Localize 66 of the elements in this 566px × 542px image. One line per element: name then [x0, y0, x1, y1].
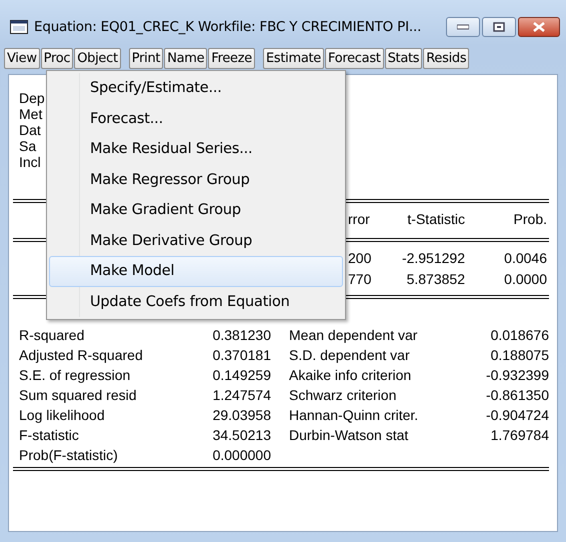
maximize-button[interactable]	[482, 17, 516, 37]
close-icon	[533, 22, 545, 32]
toolbar-button[interactable]: Freeze	[208, 48, 255, 68]
stat-value: 0.188075	[490, 346, 549, 365]
toolbar-button[interactable]: View	[4, 48, 40, 68]
toolbar-button[interactable]: Stats	[384, 48, 422, 68]
stat-label: Durbin-Watson stat	[289, 426, 410, 445]
window-title: Equation: EQ01_CREC_K Workfile: FBC Y CRECIMIENTO PI...	[34, 19, 422, 35]
column-header: t-Statistic	[406, 210, 465, 229]
stat-label: F-statistic	[19, 426, 80, 445]
stat-value: 0.149259	[212, 366, 271, 385]
maximize-icon	[493, 22, 505, 32]
stat-value: 0.000000	[212, 446, 271, 465]
toolbar-button[interactable]: Object	[74, 48, 121, 68]
menu-item[interactable]: Forecast...	[49, 104, 343, 134]
header-line: Met	[19, 106, 42, 122]
table-cell-text: 5.873852	[406, 270, 465, 289]
menu-item[interactable]: Make Model	[49, 256, 343, 286]
menu-item[interactable]: Specify/Estimate...	[49, 73, 343, 104]
stat-value: 1.769784	[490, 426, 549, 445]
column-header: rror	[348, 210, 371, 229]
table-cell-text: -2.951292	[400, 249, 465, 268]
toolbar-button[interactable]: Print	[128, 48, 164, 68]
stat-value: -0.904724	[484, 406, 549, 425]
toolbar-button[interactable]: Proc	[40, 48, 74, 68]
stat-value: 0.018676	[490, 326, 549, 345]
menu-item[interactable]: Make Residual Series...	[49, 134, 343, 164]
stat-label: Hannan-Quinn criter.	[289, 406, 420, 425]
stat-label: S.D. dependent var	[289, 346, 411, 365]
stat-label: R-squared	[19, 326, 86, 345]
table-cell-text: 0.0046	[503, 249, 547, 268]
menu-item[interactable]: Make Regressor Group	[49, 164, 343, 195]
window-icon	[10, 20, 28, 34]
table-cell-text: 200	[348, 249, 372, 268]
header-line: Dep	[19, 90, 45, 106]
menu-item[interactable]: Update Coefs from Equation	[49, 286, 343, 317]
toolbar-button[interactable]: Resids	[423, 48, 470, 68]
toolbar-button[interactable]: Name	[164, 48, 208, 68]
stat-value: -0.932399	[484, 366, 549, 385]
toolbar-button[interactable]: Estimate	[262, 48, 324, 68]
stat-value: 29.03958	[212, 406, 271, 425]
toolbar-button[interactable]: Forecast	[324, 48, 384, 68]
stat-label: Log likelihood	[19, 406, 106, 425]
header-line: Dat	[19, 122, 41, 138]
close-button[interactable]	[518, 17, 560, 37]
stat-label: Prob(F-statistic)	[19, 446, 119, 465]
stat-value: 0.370181	[212, 346, 271, 365]
stat-value: 34.50213	[212, 426, 271, 445]
stat-value: -0.861350	[484, 386, 549, 405]
minimize-button[interactable]	[446, 17, 480, 37]
table-cell-text: 770	[348, 270, 372, 289]
minimize-icon	[457, 24, 469, 30]
column-header: Prob.	[512, 210, 547, 229]
stat-label: S.E. of regression	[19, 366, 132, 385]
stat-value: 0.381230	[212, 326, 271, 345]
table-cell-text: 0.0000	[503, 270, 547, 289]
stat-value: 1.247574	[212, 386, 271, 405]
stat-label: Mean dependent var	[289, 326, 418, 345]
stat-label: Adjusted R-squared	[19, 346, 144, 365]
menu-item[interactable]: Make Gradient Group	[49, 195, 343, 226]
header-line: Sa	[19, 138, 36, 154]
stat-label: Schwarz criterion	[289, 386, 398, 405]
menu-item[interactable]: Make Derivative Group	[49, 226, 343, 256]
stat-label: Akaike info criterion	[289, 366, 412, 385]
stat-label: Sum squared resid	[19, 386, 138, 405]
header-line: Incl	[19, 154, 41, 170]
